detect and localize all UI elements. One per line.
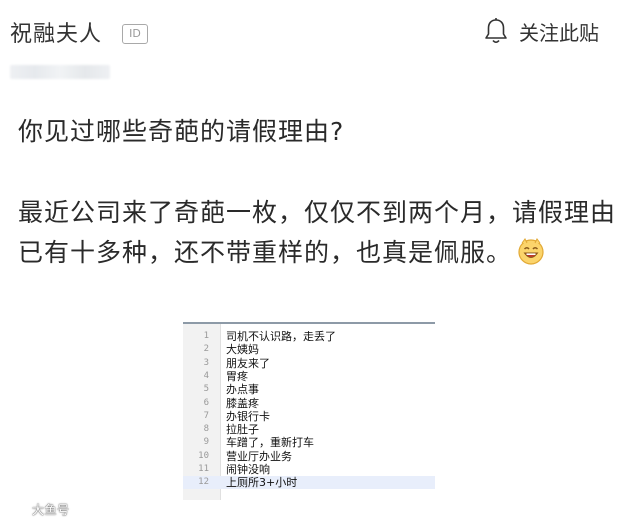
list-row: 6 膝盖疼 <box>183 397 435 410</box>
leave-reason: 胃疼 <box>226 369 248 383</box>
fish-logo-icon <box>9 504 29 515</box>
list-row: 11 闹钟没响 <box>183 463 435 476</box>
list-row: 1 司机不认识路，走丢了 <box>183 330 435 343</box>
leave-reason: 闹钟没响 <box>226 463 270 476</box>
id-badge: ID <box>122 24 148 44</box>
line-number: 12 <box>198 477 209 488</box>
post-question: 你见过哪些奇葩的请假理由? <box>18 117 345 146</box>
follow-label: 关注此贴 <box>519 20 599 45</box>
post-header: 祝融夫人 ID 关注此贴 <box>0 0 643 64</box>
watermark: 大鱼号 <box>8 501 70 518</box>
line-number: 6 <box>203 397 209 408</box>
list-row: 9 车蹭了，重新打车 <box>183 436 435 449</box>
list-row: 4 胃疼 <box>183 370 435 383</box>
follow-post-button[interactable]: 关注此贴 <box>483 14 599 48</box>
list-row: 12 上厕所3+小时 <box>183 476 435 490</box>
leave-reason: 办银行卡 <box>226 409 270 423</box>
list-row: 5 办点事 <box>183 383 435 396</box>
line-number: 4 <box>203 370 209 381</box>
line-number: 5 <box>203 384 209 395</box>
line-number: 8 <box>203 424 209 435</box>
author-name[interactable]: 祝融夫人 <box>10 16 102 48</box>
bell-icon <box>485 18 507 44</box>
leave-reason: 上厕所3+小时 <box>226 476 298 490</box>
leave-reason: 膝盖疼 <box>226 396 259 410</box>
list-row: 8 拉肚子 <box>183 423 435 436</box>
leave-reason: 朋友来了 <box>226 356 270 370</box>
leave-reason: 车蹭了，重新打车 <box>226 436 314 450</box>
post-body: 最近公司来了奇葩一枚，仅仅不到两个月，请假理由已有十多种，还不带重样的，也真是佩… <box>18 193 628 273</box>
leave-reason: 大姨妈 <box>226 343 259 357</box>
laughing-face-icon <box>518 238 544 265</box>
line-number: 3 <box>203 357 209 368</box>
line-number: 7 <box>203 410 209 421</box>
line-number: 2 <box>203 344 209 355</box>
leave-reason: 办点事 <box>226 383 259 397</box>
blurred-timestamp <box>10 65 110 79</box>
list-row: 7 办银行卡 <box>183 410 435 423</box>
line-number: 11 <box>198 464 209 474</box>
list-row: 3 朋友来了 <box>183 357 435 370</box>
leave-reason: 拉肚子 <box>226 423 259 437</box>
watermark-text: 大鱼号 <box>32 503 70 517</box>
leave-reason: 司机不认识路，走丢了 <box>226 330 336 343</box>
line-number: 1 <box>203 331 209 341</box>
line-number: 10 <box>198 450 209 461</box>
line-number: 9 <box>203 437 209 448</box>
list-row: 10 营业厅办业务 <box>183 450 435 463</box>
list-row: 2 大姨妈 <box>183 343 435 356</box>
leave-reason: 营业厅办业务 <box>226 449 292 463</box>
embedded-screenshot: 1 司机不认识路，走丢了 2 大姨妈 3 朋友来了 4 胃疼 5 办点事 6 膝盖疼 7 办银行卡 8 拉肚子… <box>183 322 435 500</box>
